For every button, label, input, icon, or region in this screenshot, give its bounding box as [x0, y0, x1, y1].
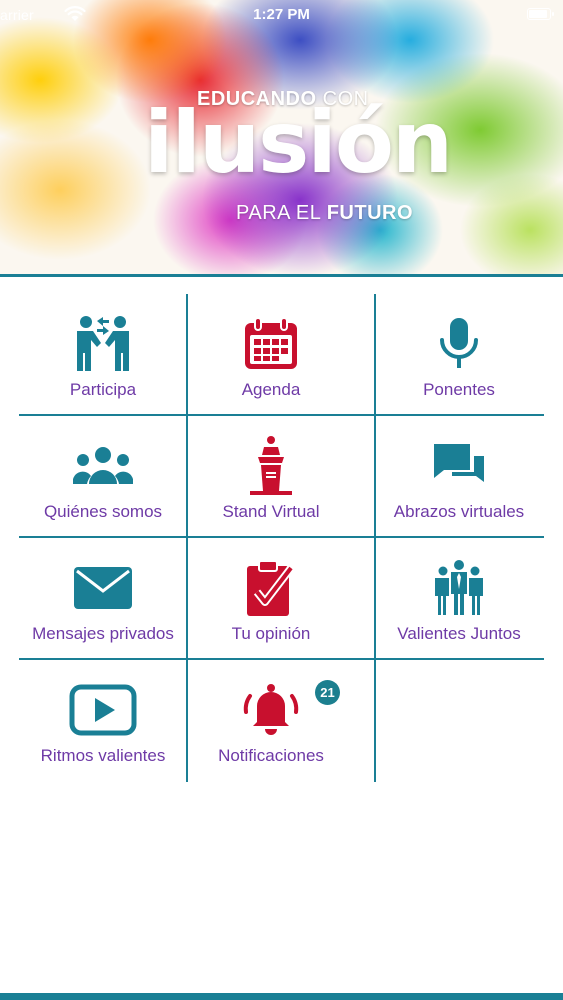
menu-item-abrazos-virtuales[interactable]: Abrazos virtuales — [375, 416, 543, 538]
team-icon — [435, 560, 483, 615]
menu-item-ponentes[interactable]: Ponentes — [375, 294, 543, 416]
play-icon — [69, 684, 137, 736]
menu-item-notificaciones[interactable]: 21 Notificaciones — [187, 660, 355, 782]
event-logo: EDUCANDO CON ilusión PARA EL FUTURO — [0, 0, 563, 274]
menu-item-tu-opinion[interactable]: Tu opinión — [187, 538, 355, 660]
clipboard-check-icon — [247, 560, 295, 616]
logo-bottom-bold: FUTURO — [326, 202, 414, 224]
menu-item-label: Tu opinión — [231, 624, 311, 643]
menu-item-label: Valientes Juntos — [397, 624, 521, 643]
chat-bubbles-icon — [434, 444, 484, 482]
handshake-people-icon — [77, 316, 129, 371]
header-banner: arrier 1:27 PM EDUCANDO CON ilusión PARA… — [0, 0, 563, 274]
logo-main-word: ilusión — [144, 93, 453, 193]
group-icon — [73, 447, 133, 484]
logo-bottom-line: PARA EL FUTURO — [236, 202, 413, 225]
menu-item-agenda[interactable]: Agenda — [187, 294, 355, 416]
banner-divider — [0, 274, 563, 277]
menu-item-mensajes-privados[interactable]: Mensajes privados — [19, 538, 187, 660]
microphone-icon — [440, 318, 478, 368]
bell-icon — [243, 684, 299, 735]
menu-item-participa[interactable]: Participa — [19, 294, 187, 416]
menu-item-label: Quiénes somos — [43, 502, 163, 521]
menu-item-label: Stand Virtual — [222, 502, 320, 521]
menu-item-label: Participa — [69, 380, 137, 399]
podium-icon — [250, 436, 292, 495]
menu-item-label: Ponentes — [423, 380, 495, 399]
menu-item-valientes-juntos[interactable]: Valientes Juntos — [375, 538, 543, 660]
menu-item-label: Ritmos valientes — [40, 746, 166, 765]
envelope-icon — [74, 567, 132, 609]
notification-count-badge: 21 — [315, 680, 340, 705]
menu-item-label: Abrazos virtuales — [393, 502, 525, 521]
calendar-icon — [245, 317, 297, 369]
menu-item-ritmos-valientes[interactable]: Ritmos valientes — [19, 660, 187, 782]
main-menu-grid: Participa Agenda Ponentes Quiénes somos … — [19, 294, 544, 782]
menu-item-label: Notificaciones — [218, 746, 324, 765]
logo-bottom-light: PARA EL — [236, 202, 321, 224]
menu-item-label: Mensajes privados — [32, 624, 174, 643]
menu-item-label: Agenda — [241, 380, 301, 399]
bottom-bar — [0, 993, 563, 1000]
menu-item-stand-virtual[interactable]: Stand Virtual — [187, 416, 355, 538]
menu-item-quienes-somos[interactable]: Quiénes somos — [19, 416, 187, 538]
